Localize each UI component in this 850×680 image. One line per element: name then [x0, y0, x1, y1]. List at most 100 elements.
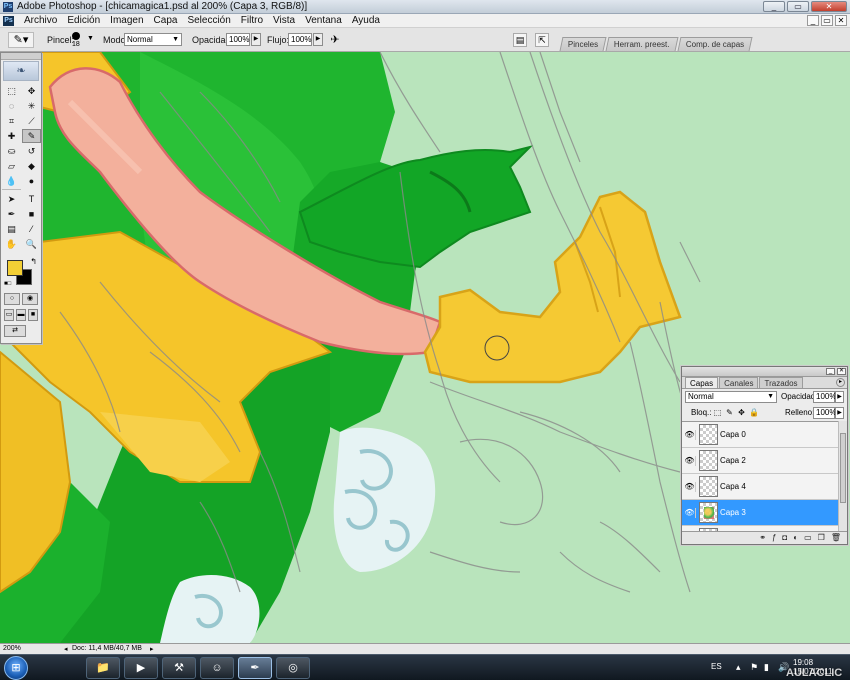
panel-minimize-button[interactable]: _	[826, 368, 835, 375]
shape-tool-icon[interactable]: ■	[22, 207, 41, 221]
layer-row-capa-3[interactable]: 👁 Capa 3	[682, 500, 839, 526]
tab-comp-de-capas[interactable]: Comp. de capas	[677, 37, 753, 51]
media-player-task-icon[interactable]: ▶	[124, 657, 158, 679]
eye-icon[interactable]: 👁	[684, 508, 696, 518]
swap-colors-icon[interactable]: ↰	[30, 257, 37, 266]
menu-archivo[interactable]: Archivo	[19, 15, 62, 27]
menu-filtro[interactable]: Filtro	[236, 15, 268, 27]
doc-restore-button[interactable]: ▭	[821, 15, 833, 26]
tool-preset-picker[interactable]: ✎▾	[8, 32, 34, 48]
brush-picker-chevron-icon[interactable]: ▼	[87, 35, 94, 42]
add-mask-icon[interactable]: ◘	[782, 532, 787, 544]
zoom-tool-icon[interactable]: 🔍	[22, 237, 41, 251]
messenger-task-icon[interactable]: ☺	[200, 657, 234, 679]
lock-transparency-icon[interactable]: ⬚	[713, 408, 722, 417]
menu-capa[interactable]: Capa	[149, 15, 183, 27]
menu-vista[interactable]: Vista	[268, 15, 300, 27]
adjustment-layer-icon[interactable]: ◐	[793, 532, 798, 544]
magic-wand-tool-icon[interactable]: ✳	[22, 99, 41, 113]
tab-trazados[interactable]: Trazados	[759, 377, 803, 388]
panel-close-button[interactable]: ✕	[837, 368, 846, 375]
layers-panel-titlebar[interactable]: _ ✕	[682, 367, 847, 377]
pen-tool-icon[interactable]: ✒	[2, 207, 21, 221]
doc-minimize-button[interactable]: _	[807, 15, 819, 26]
move-tool-icon[interactable]: ✥	[22, 84, 41, 98]
layer-row-capa-0[interactable]: 👁 Capa 0	[682, 422, 839, 448]
opacity-input[interactable]: 100%	[226, 33, 250, 46]
airbrush-icon[interactable]: ✈	[328, 33, 342, 47]
palette-well-icon[interactable]: ▤	[513, 33, 527, 47]
start-button[interactable]: ⊞	[4, 656, 28, 680]
tab-pinceles[interactable]: Pinceles	[559, 37, 607, 51]
lock-all-icon[interactable]: 🔒	[749, 408, 759, 417]
brush-preview-icon[interactable]	[72, 32, 80, 40]
tray-arrow-icon[interactable]: ▴	[736, 662, 741, 673]
new-layer-icon[interactable]: ❐	[818, 532, 825, 544]
eye-icon[interactable]: 👁	[684, 430, 696, 440]
doc-close-button[interactable]: ✕	[835, 15, 847, 26]
document-icon[interactable]: Ps	[3, 16, 14, 26]
flag-icon[interactable]: ⚑	[750, 662, 758, 673]
slice-tool-icon[interactable]: ⟋	[22, 114, 41, 128]
layer-row-capa-2[interactable]: 👁 Capa 2	[682, 448, 839, 474]
new-group-icon[interactable]: ▭	[804, 532, 812, 544]
full-screen-menu-mode-icon[interactable]: ▬	[16, 309, 26, 321]
fill-slider-button[interactable]: ▶	[835, 407, 844, 419]
crop-tool-icon[interactable]: ⌗	[2, 114, 21, 128]
dodge-tool-icon[interactable]: ●	[22, 174, 41, 188]
status-menu-icon[interactable]: ▸	[150, 645, 154, 653]
layer-opacity-slider-button[interactable]: ▶	[835, 391, 844, 403]
chrome-task-icon[interactable]: ◎	[276, 657, 310, 679]
healing-brush-tool-icon[interactable]: ✚	[2, 129, 21, 143]
notes-tool-icon[interactable]: ▤	[2, 222, 21, 236]
document-canvas[interactable]	[0, 52, 850, 643]
scrollbar-thumb[interactable]	[840, 433, 846, 503]
lock-pixels-icon[interactable]: ✎	[725, 408, 734, 417]
flow-slider-button[interactable]: ▶	[313, 33, 323, 46]
minimize-button[interactable]: _	[763, 1, 785, 12]
language-indicator[interactable]: ES	[711, 662, 722, 671]
layer-row-capa-4[interactable]: 👁 Capa 4	[682, 474, 839, 500]
menu-ayuda[interactable]: Ayuda	[347, 15, 385, 27]
eye-icon[interactable]: 👁	[684, 482, 696, 492]
file-browser-icon[interactable]: ⇱	[535, 33, 549, 47]
default-colors-icon[interactable]: ■□	[4, 281, 11, 287]
foreground-color-swatch[interactable]	[7, 260, 23, 276]
layer-opacity-input[interactable]: 100%	[813, 391, 836, 403]
marquee-tool-icon[interactable]: ⬚	[2, 84, 21, 98]
status-scroll-left-icon[interactable]: ◂	[64, 645, 68, 653]
fill-input[interactable]: 100%	[813, 407, 836, 419]
clone-stamp-tool-icon[interactable]: ⛀	[2, 144, 21, 158]
standard-screen-mode-icon[interactable]: ▭	[4, 309, 14, 321]
imageready-jump-icon[interactable]: ⇄	[4, 325, 26, 337]
history-brush-tool-icon[interactable]: ↺	[22, 144, 41, 158]
tab-herram-preest[interactable]: Herram. preest.	[605, 37, 679, 51]
tab-canales[interactable]: Canales	[719, 377, 759, 388]
menu-imagen[interactable]: Imagen	[105, 15, 148, 27]
adobe-online-icon[interactable]: ❧	[3, 61, 39, 81]
layer-style-icon[interactable]: ƒ	[772, 532, 776, 544]
opacity-slider-button[interactable]: ▶	[251, 33, 261, 46]
tools-task-icon[interactable]: ⚒	[162, 657, 196, 679]
panel-menu-icon[interactable]: ▸	[836, 378, 845, 387]
flow-input[interactable]: 100%	[288, 33, 312, 46]
close-button[interactable]: ✕	[811, 1, 847, 12]
link-layers-icon[interactable]: ⚭	[759, 532, 766, 544]
tab-capas[interactable]: Capas	[685, 377, 719, 388]
explorer-task-icon[interactable]: 📁	[86, 657, 120, 679]
blur-tool-icon[interactable]: 💧	[2, 174, 21, 188]
zoom-level[interactable]: 200%	[3, 645, 21, 652]
hand-tool-icon[interactable]: ✋	[2, 237, 21, 251]
network-icon[interactable]: ▮	[764, 662, 769, 673]
toolbox-titlebar[interactable]	[1, 53, 41, 60]
eye-icon[interactable]: 👁	[684, 456, 696, 466]
menu-edicion[interactable]: Edición	[62, 15, 105, 27]
photoshop-task-icon[interactable]: ✒	[238, 657, 272, 679]
eyedropper-tool-icon[interactable]: ⁄	[22, 222, 41, 236]
paint-bucket-tool-icon[interactable]: ◆	[22, 159, 41, 173]
standard-mode-icon[interactable]: ○	[4, 293, 20, 305]
trash-icon[interactable]: 🗑	[831, 532, 841, 544]
type-tool-icon[interactable]: T	[22, 192, 41, 206]
layer-blend-mode-select[interactable]: Normal ▼	[685, 391, 777, 403]
mode-select[interactable]: Normal ▼	[124, 33, 182, 46]
